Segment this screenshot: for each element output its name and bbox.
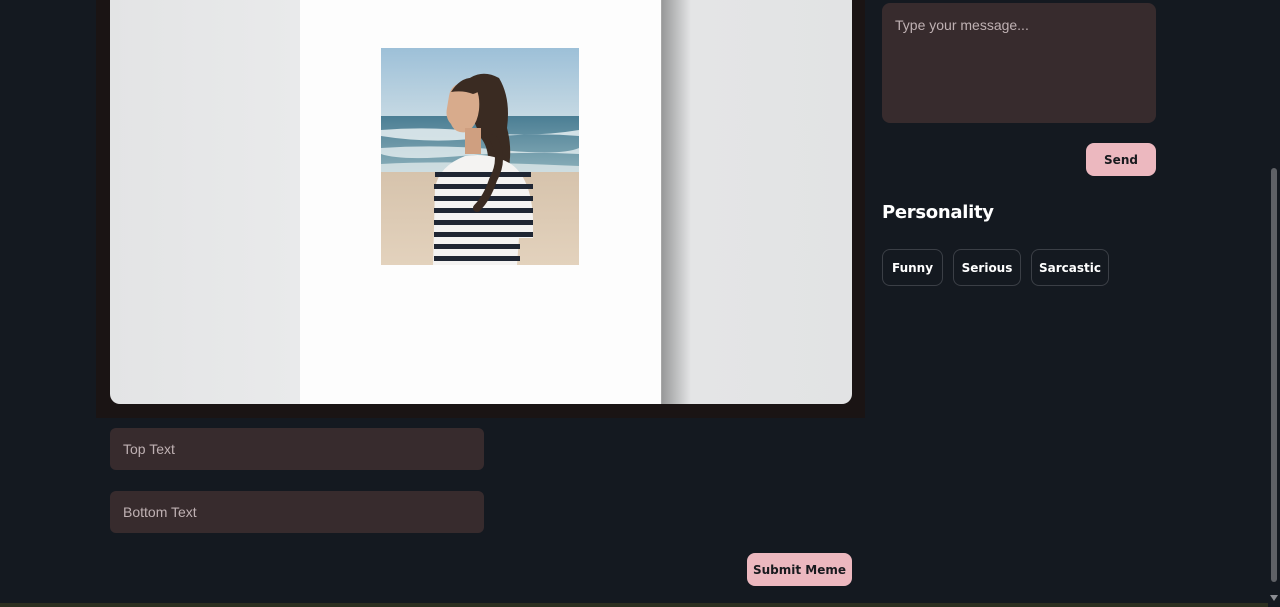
scrollbar-thumb[interactable] [1271,168,1277,582]
scroll-down-arrow-icon[interactable] [1270,595,1278,601]
page-scrollbar[interactable] [1268,0,1280,607]
top-text-input[interactable] [110,428,484,470]
meme-preview-image [110,0,852,404]
send-button[interactable]: Send [1086,143,1156,176]
paper-shadow [661,0,691,404]
personality-funny-button[interactable]: Funny [882,249,943,286]
submit-meme-button[interactable]: Submit Meme [747,553,852,586]
paper-sheet [300,0,662,404]
bottom-text-input[interactable] [110,491,484,533]
bottom-border [0,603,1268,607]
woman-beach-photo [381,48,579,265]
personality-sarcastic-button[interactable]: Sarcastic [1031,249,1109,286]
personality-heading: Personality [882,202,994,223]
message-textarea[interactable] [882,3,1156,123]
personality-serious-button[interactable]: Serious [953,249,1021,286]
